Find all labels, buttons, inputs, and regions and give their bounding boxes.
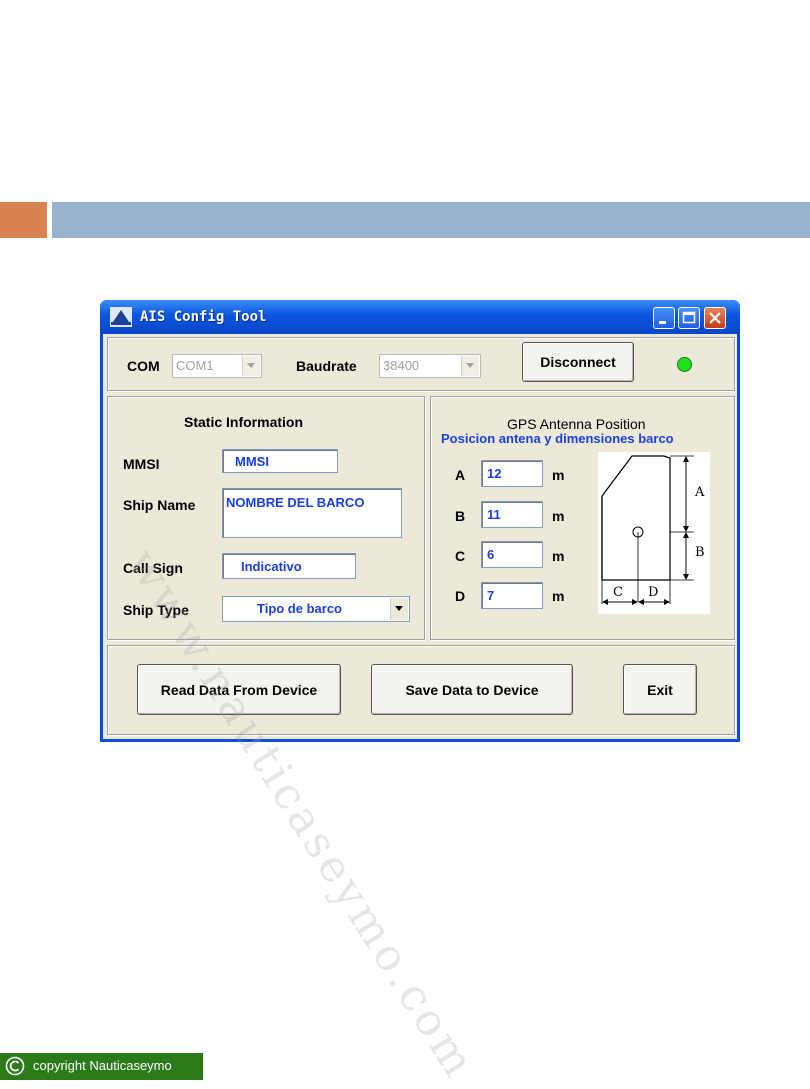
copyright-icon [5, 1056, 25, 1076]
window-title: AIS Config Tool [140, 309, 267, 325]
gps-a-value: 12 [487, 466, 502, 481]
mmsi-field[interactable]: MMSI [222, 449, 338, 473]
disconnect-button[interactable]: Disconnect [522, 342, 634, 382]
com-port-value: COM1 [176, 358, 214, 373]
baudrate-select[interactable]: 38400 [379, 354, 481, 378]
close-button[interactable] [704, 307, 726, 329]
ship-type-label: Ship Type [123, 602, 189, 618]
gps-b-value: 11 [487, 507, 501, 522]
static-info-heading: Static Information [184, 414, 304, 430]
call-sign-value: Indicativo [241, 559, 302, 574]
gps-d-field[interactable]: 7 [481, 582, 543, 609]
diagram-label-b: B [695, 545, 705, 560]
connection-status-led [677, 357, 692, 372]
ship-name-value: NOMBRE DEL BARCO [226, 495, 365, 510]
ship-dimensions-diagram: A B C D [598, 452, 710, 614]
maximize-button[interactable] [678, 307, 700, 329]
baudrate-dropdown-arrow[interactable] [461, 356, 479, 376]
baudrate-label: Baudrate [296, 358, 357, 374]
gps-a-unit: m [552, 467, 565, 483]
com-label: COM [127, 358, 160, 374]
ship-type-dropdown-arrow[interactable] [390, 598, 408, 620]
gps-b-unit: m [552, 508, 565, 524]
ship-name-label: Ship Name [123, 497, 196, 513]
gps-c-field[interactable]: 6 [481, 541, 543, 568]
gps-d-unit: m [552, 588, 565, 604]
minimize-button[interactable] [653, 307, 675, 329]
ship-name-field[interactable]: NOMBRE DEL BARCO [222, 488, 402, 538]
gps-a-label: A [455, 467, 466, 483]
chevron-down-icon [395, 606, 403, 611]
minimize-icon [659, 321, 666, 324]
gps-a-field[interactable]: 12 [481, 460, 543, 487]
ship-outline-diagram: A B C D [601, 455, 705, 605]
chevron-down-icon [466, 363, 474, 368]
read-data-button[interactable]: Read Data From Device [137, 664, 341, 715]
ship-type-value: Tipo de barco [257, 601, 342, 616]
gps-b-field[interactable]: 11 [481, 501, 543, 528]
ship-type-select[interactable]: Tipo de barco [222, 596, 410, 622]
com-dropdown-arrow[interactable] [242, 356, 260, 376]
gps-c-label: C [455, 548, 466, 564]
gps-c-unit: m [552, 548, 565, 564]
slide-accent-orange [0, 202, 47, 238]
copyright-text: copyright Nauticaseymo [33, 1058, 172, 1073]
mmsi-label: MMSI [123, 456, 160, 472]
maximize-icon [682, 311, 696, 324]
call-sign-label: Call Sign [123, 560, 183, 576]
gps-subheading: Posicion antena y dimensiones barco [441, 431, 674, 446]
call-sign-field[interactable]: Indicativo [222, 553, 356, 579]
diagram-label-a: A [694, 485, 705, 500]
exit-button[interactable]: Exit [623, 664, 697, 715]
chevron-down-icon [247, 363, 255, 368]
com-port-select[interactable]: COM1 [172, 354, 262, 378]
baudrate-value: 38400 [383, 358, 420, 373]
slide-accent-bar [52, 202, 810, 238]
save-data-button[interactable]: Save Data to Device [371, 664, 573, 715]
app-logo-icon [110, 307, 132, 327]
mmsi-value: MMSI [235, 454, 269, 469]
gps-d-label: D [455, 588, 466, 604]
title-bar[interactable]: AIS Config Tool [100, 300, 740, 334]
gps-heading: GPS Antenna Position [507, 416, 646, 432]
diagram-label-c: C [613, 585, 623, 600]
copyright-badge: copyright Nauticaseymo [0, 1053, 203, 1080]
gps-b-label: B [455, 508, 466, 524]
gps-c-value: 6 [487, 547, 495, 562]
close-icon [709, 312, 721, 324]
diagram-label-d: D [648, 585, 658, 600]
gps-d-value: 7 [487, 588, 495, 603]
